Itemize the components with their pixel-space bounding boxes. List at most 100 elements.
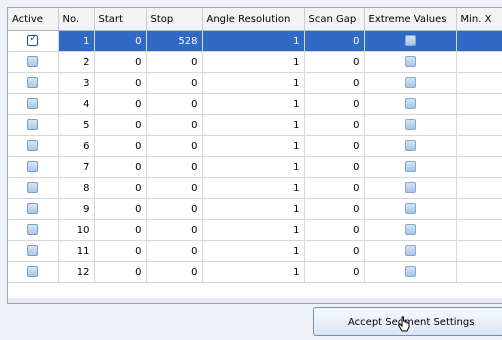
scan-gap-cell[interactable]: 0 (304, 219, 365, 241)
extreme-values-checkbox[interactable] (404, 245, 416, 257)
no-cell[interactable]: 6 (58, 135, 95, 157)
min-x-cell[interactable] (456, 240, 502, 262)
active-cell[interactable] (8, 93, 59, 115)
scan-gap-cell[interactable]: 0 (304, 51, 365, 73)
extreme-values-checkbox[interactable] (404, 182, 416, 194)
scan-gap-cell[interactable]: 0 (304, 198, 365, 220)
column-header-angle-resolution[interactable]: Angle Resolution (202, 8, 305, 31)
stop-cell[interactable]: 0 (146, 93, 203, 115)
active-checkbox[interactable] (27, 182, 39, 194)
column-header-no[interactable]: No. (58, 8, 95, 31)
extreme-values-cell[interactable] (364, 177, 457, 199)
no-cell[interactable]: 3 (58, 72, 95, 94)
start-cell[interactable]: 0 (94, 156, 147, 178)
angle-resolution-cell[interactable]: 1 (202, 72, 305, 94)
min-x-cell[interactable] (456, 30, 502, 52)
scan-gap-cell[interactable]: 0 (304, 30, 365, 52)
active-cell[interactable] (8, 240, 59, 262)
start-cell[interactable]: 0 (94, 261, 147, 283)
no-cell[interactable]: 4 (58, 93, 95, 115)
active-checkbox[interactable] (27, 266, 39, 278)
no-cell[interactable]: 1 (58, 30, 95, 52)
stop-cell[interactable]: 0 (146, 114, 203, 136)
extreme-values-checkbox[interactable] (404, 140, 416, 152)
active-cell[interactable] (8, 30, 59, 52)
scan-gap-cell[interactable]: 0 (304, 261, 365, 283)
table-row[interactable]: 12 0 0 1 0 (8, 261, 502, 283)
angle-resolution-cell[interactable]: 1 (202, 135, 305, 157)
angle-resolution-cell[interactable]: 1 (202, 198, 305, 220)
angle-resolution-cell[interactable]: 1 (202, 240, 305, 262)
active-checkbox[interactable] (27, 33, 39, 47)
no-cell[interactable]: 11 (58, 240, 95, 262)
no-cell[interactable]: 12 (58, 261, 95, 283)
extreme-values-checkbox[interactable] (404, 119, 416, 131)
active-checkbox[interactable] (27, 140, 39, 152)
extreme-values-checkbox[interactable] (404, 203, 416, 215)
active-cell[interactable] (8, 135, 59, 157)
extreme-values-cell[interactable] (364, 30, 457, 52)
table-row[interactable]: 70010 (8, 156, 502, 178)
min-x-cell[interactable] (456, 177, 502, 199)
table-row[interactable]: 60010 (8, 135, 502, 157)
extreme-values-cell[interactable] (364, 240, 457, 262)
active-cell[interactable] (8, 177, 59, 199)
column-header-active[interactable]: Active (8, 8, 59, 31)
start-cell[interactable]: 0 (94, 30, 147, 52)
active-checkbox[interactable] (27, 161, 39, 173)
active-checkbox[interactable] (27, 77, 39, 89)
extreme-values-checkbox[interactable] (404, 266, 416, 278)
no-cell[interactable]: 10 (58, 219, 95, 241)
table-row[interactable]: 11 0 0 1 0 (8, 240, 502, 262)
extreme-values-checkbox[interactable] (404, 224, 416, 236)
stop-cell[interactable]: 0 (146, 177, 203, 199)
active-cell[interactable] (8, 219, 59, 241)
extreme-values-cell[interactable] (364, 261, 457, 283)
stop-cell[interactable]: 0 (146, 135, 203, 157)
start-cell[interactable]: 0 (94, 198, 147, 220)
active-checkbox[interactable] (27, 203, 39, 215)
extreme-values-cell[interactable] (364, 114, 457, 136)
extreme-values-checkbox[interactable] (404, 161, 416, 173)
active-checkbox[interactable] (27, 56, 39, 68)
scan-gap-cell[interactable]: 0 (304, 177, 365, 199)
table-row[interactable]: 20010 (8, 51, 502, 73)
column-header-min-x[interactable]: Min. X (456, 8, 502, 31)
table-row[interactable]: 50010 (8, 114, 502, 136)
min-x-cell[interactable] (456, 198, 502, 220)
scan-gap-cell[interactable]: 0 (304, 156, 365, 178)
active-cell[interactable] (8, 198, 59, 220)
extreme-values-checkbox[interactable] (404, 98, 416, 110)
extreme-values-checkbox[interactable] (404, 56, 416, 68)
table-row[interactable]: 90010 (8, 198, 502, 220)
table-row[interactable]: 40010 (8, 93, 502, 115)
active-checkbox[interactable] (27, 119, 39, 131)
scan-gap-cell[interactable]: 0 (304, 72, 365, 94)
scan-gap-cell[interactable]: 0 (304, 135, 365, 157)
min-x-cell[interactable] (456, 114, 502, 136)
angle-resolution-cell[interactable]: 1 (202, 93, 305, 115)
table-row[interactable]: 30010 (8, 72, 502, 94)
extreme-values-checkbox[interactable] (404, 35, 416, 47)
table-row[interactable]: 10 0 0 1 0 (8, 219, 502, 241)
min-x-cell[interactable] (456, 135, 502, 157)
min-x-cell[interactable] (456, 261, 502, 283)
stop-cell[interactable]: 0 (146, 261, 203, 283)
min-x-cell[interactable] (456, 72, 502, 94)
column-header-stop[interactable]: Stop (146, 8, 203, 31)
column-header-scan-gap[interactable]: Scan Gap (304, 8, 365, 31)
horizontal-scrollbar[interactable] (7, 298, 502, 304)
column-header-start[interactable]: Start (94, 8, 147, 31)
start-cell[interactable]: 0 (94, 114, 147, 136)
no-cell[interactable]: 8 (58, 177, 95, 199)
min-x-cell[interactable] (456, 219, 502, 241)
extreme-values-cell[interactable] (364, 93, 457, 115)
angle-resolution-cell[interactable]: 1 (202, 51, 305, 73)
active-checkbox[interactable] (27, 98, 39, 110)
min-x-cell[interactable] (456, 156, 502, 178)
start-cell[interactable]: 0 (94, 93, 147, 115)
start-cell[interactable]: 0 (94, 72, 147, 94)
scan-gap-cell[interactable]: 0 (304, 93, 365, 115)
table-row[interactable]: 1052810 (8, 30, 502, 52)
active-cell[interactable] (8, 261, 59, 283)
